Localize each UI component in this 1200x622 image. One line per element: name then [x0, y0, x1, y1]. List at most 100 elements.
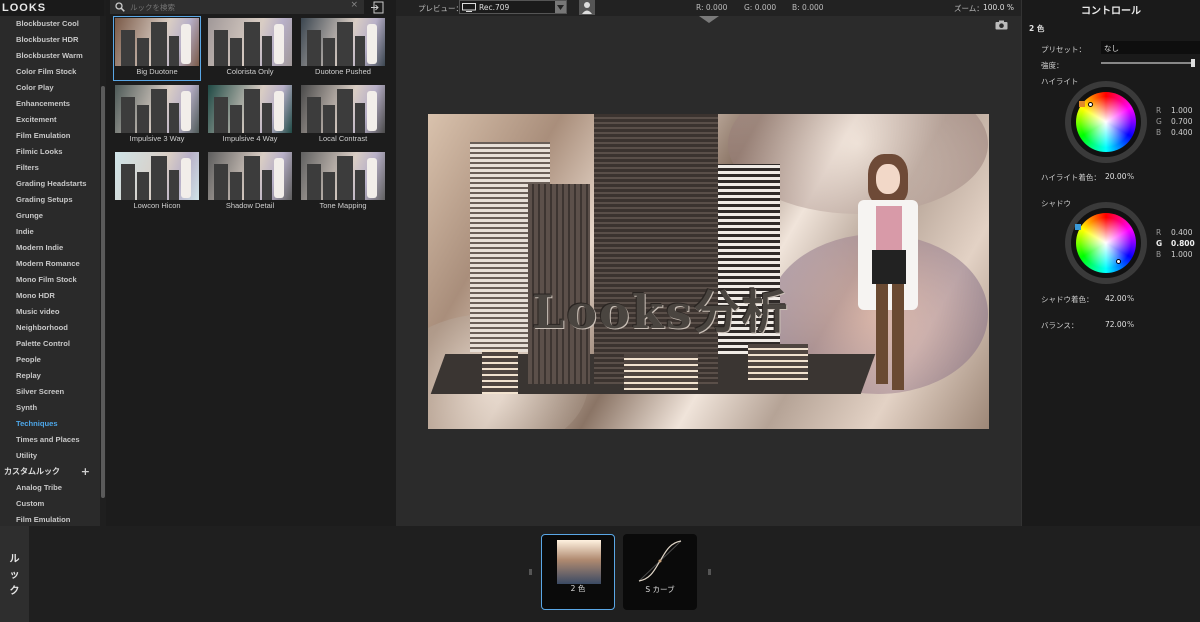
thumbnail-building: [151, 89, 167, 133]
balance-value[interactable]: 72.00: [1105, 320, 1126, 329]
thumbnail-building: [214, 97, 228, 133]
shadow-wheel-disc[interactable]: [1076, 213, 1136, 273]
thumbnail-building: [137, 105, 149, 133]
look-thumbnail[interactable]: Big Duotone: [113, 16, 201, 81]
category-item[interactable]: Film Emulation: [0, 128, 100, 144]
category-item[interactable]: Mono Film Stock: [0, 272, 100, 288]
strength-label: 強度：: [1041, 61, 1064, 70]
chevron-down-icon[interactable]: [555, 1, 566, 13]
category-item[interactable]: Indie: [0, 224, 100, 240]
category-item[interactable]: Blockbuster Warm: [0, 48, 100, 64]
highlight-g-value[interactable]: 0.700: [1171, 117, 1192, 126]
tool-card-label: S カーブ: [645, 585, 675, 594]
highlight-g-label: G: [1156, 117, 1162, 126]
category-item[interactable]: Blockbuster Cool: [0, 16, 100, 32]
look-thumbnail-image: [301, 85, 385, 133]
tool-name: 2 色: [1029, 24, 1045, 33]
look-thumbnail[interactable]: Impulsive 4 Way: [207, 84, 293, 147]
category-item[interactable]: Grading Setups: [0, 192, 100, 208]
scrollbar-thumb[interactable]: [101, 86, 105, 498]
tool-card-s-curve[interactable]: S カーブ: [623, 534, 697, 610]
look-thumbnail-image: [208, 18, 292, 66]
search-clear-icon[interactable]: ×: [350, 0, 358, 10]
category-item[interactable]: Grunge: [0, 208, 100, 224]
category-item[interactable]: Replay: [0, 368, 100, 384]
custom-category-item[interactable]: Analog Tribe: [0, 480, 100, 496]
looks-tab[interactable]: ル ッ ク: [0, 526, 29, 622]
chain-left-handle[interactable]: [529, 569, 532, 575]
preview-label: プレビュー：: [418, 4, 463, 13]
person-icon[interactable]: [579, 0, 595, 15]
category-item[interactable]: Enhancements: [0, 96, 100, 112]
split-marker-icon[interactable]: [699, 16, 719, 23]
thumbnail-building: [323, 172, 335, 200]
shadow-color-wheel[interactable]: [1065, 202, 1147, 284]
highlight-amount-value[interactable]: 20.00: [1105, 172, 1126, 181]
category-item[interactable]: Color Play: [0, 80, 100, 96]
export-icon[interactable]: [370, 1, 384, 14]
highlight-color-point[interactable]: [1088, 102, 1093, 107]
thumbnail-building: [262, 36, 272, 66]
category-item[interactable]: Utility: [0, 448, 100, 464]
zoom-label: ズーム：: [954, 4, 984, 13]
look-thumbnail[interactable]: Impulsive 3 Way: [114, 84, 200, 147]
chain-right-handle[interactable]: [708, 569, 711, 575]
add-custom-look-icon[interactable]: +: [81, 464, 90, 480]
camera-icon[interactable]: [995, 20, 1008, 30]
readout-r: R: 0.000: [696, 3, 728, 12]
building: [482, 350, 518, 394]
category-item[interactable]: Synth: [0, 400, 100, 416]
look-thumbnail[interactable]: Shadow Detail: [207, 151, 293, 214]
category-item[interactable]: Modern Romance: [0, 256, 100, 272]
shadow-b-value[interactable]: 1.000: [1171, 250, 1192, 259]
preset-select[interactable]: なし: [1101, 41, 1200, 54]
category-item[interactable]: Silver Screen: [0, 384, 100, 400]
highlight-amount-label: ハイライト着色：: [1041, 173, 1101, 182]
highlight-r-value[interactable]: 1.000: [1171, 106, 1192, 115]
strength-slider-knob[interactable]: [1191, 59, 1195, 67]
search-input[interactable]: [130, 1, 350, 13]
preset-label: プリセット：: [1041, 45, 1086, 54]
category-item[interactable]: People: [0, 352, 100, 368]
shadow-color-point[interactable]: [1116, 259, 1121, 264]
custom-category-item[interactable]: Custom: [0, 496, 100, 512]
look-thumbnail[interactable]: Local Contrast: [300, 84, 386, 147]
category-item[interactable]: Filmic Looks: [0, 144, 100, 160]
shadow-amount-value[interactable]: 42.00: [1105, 294, 1126, 303]
look-thumbnail[interactable]: Tone Mapping: [300, 151, 386, 214]
shadow-r-value[interactable]: 0.400: [1171, 228, 1192, 237]
category-item[interactable]: Times and Places: [0, 432, 100, 448]
highlight-color-wheel[interactable]: [1065, 81, 1147, 163]
look-thumbnail[interactable]: Duotone Pushed: [300, 17, 386, 80]
shadow-amount-unit: %: [1127, 294, 1135, 303]
look-thumbnail[interactable]: Colorista Only: [207, 17, 293, 80]
highlight-b-value[interactable]: 0.400: [1171, 128, 1192, 137]
category-item[interactable]: Excitement: [0, 112, 100, 128]
thumbnail-character: [274, 91, 284, 131]
thumbnail-building: [121, 164, 135, 200]
shadow-g-value[interactable]: 0.800: [1171, 239, 1195, 248]
category-item[interactable]: Modern Indie: [0, 240, 100, 256]
highlight-wheel-disc[interactable]: [1076, 92, 1136, 152]
tool-card-2-color[interactable]: 2 色: [541, 534, 615, 610]
thumbnail-character: [274, 158, 284, 198]
category-item[interactable]: Color Film Stock: [0, 64, 100, 80]
look-thumbnail-image: [208, 152, 292, 200]
category-item[interactable]: Music video: [0, 304, 100, 320]
look-thumbnail[interactable]: Lowcon Hicon: [114, 151, 200, 214]
preview-colorspace-value: Rec.709: [479, 3, 510, 12]
category-item[interactable]: Neighborhood: [0, 320, 100, 336]
category-item[interactable]: Mono HDR: [0, 288, 100, 304]
preview-colorspace-select[interactable]: Rec.709: [459, 0, 567, 14]
zoom-value[interactable]: 100.0 %: [983, 3, 1014, 12]
search-bar[interactable]: ×: [110, 0, 364, 14]
category-item[interactable]: Blockbuster HDR: [0, 32, 100, 48]
category-item[interactable]: Filters: [0, 160, 100, 176]
looks-tab-char: ク: [9, 586, 20, 597]
category-item[interactable]: Grading Headstarts: [0, 176, 100, 192]
look-thumbnail-label: Impulsive 4 Way: [222, 134, 278, 143]
thumbnail-building: [214, 164, 228, 200]
category-item[interactable]: Palette Control: [0, 336, 100, 352]
category-item[interactable]: Techniques: [0, 416, 100, 432]
strength-slider[interactable]: [1101, 59, 1195, 67]
